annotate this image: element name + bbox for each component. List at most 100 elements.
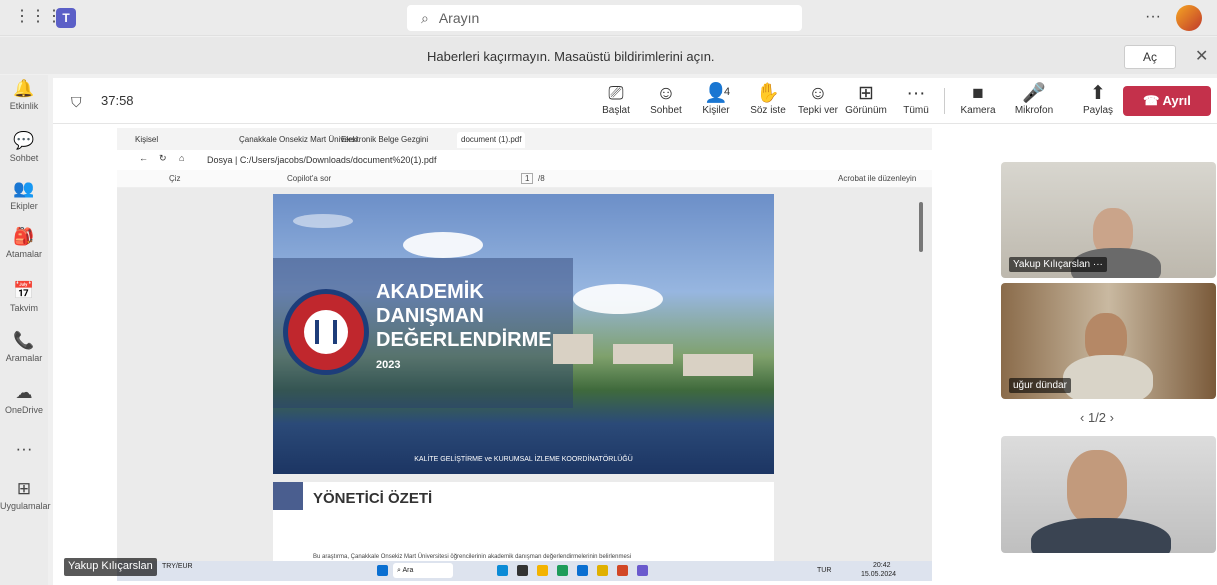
rail-item-more[interactable]: ··· xyxy=(0,439,48,461)
back-icon[interactable]: ← xyxy=(139,153,148,163)
leave-label: Ayrıl xyxy=(1162,93,1191,108)
chat-icon: ☺ xyxy=(656,83,676,104)
copilot-button[interactable]: Copilot'a sor xyxy=(287,174,331,183)
more-options-icon[interactable]: ··· xyxy=(1145,8,1161,26)
rail-item-label: Etkinlik xyxy=(9,101,39,111)
control-label: Mikrofon xyxy=(1014,105,1054,116)
share-button[interactable]: ⬆ Paylaş xyxy=(1073,82,1123,116)
participant-tile[interactable]: Yakup Kılıçarslan ··· xyxy=(1001,162,1216,278)
top-bar: ⋮⋮⋮ T ⌕ Arayın ··· xyxy=(0,0,1217,36)
tool-label: Tepki ver xyxy=(797,105,838,116)
url-text[interactable]: Dosya | C:/Users/jacobs/Downloads/docume… xyxy=(207,153,767,167)
building-shape xyxy=(683,354,753,376)
tool-raise-hand[interactable]: ✋ Söz iste xyxy=(745,82,791,116)
toolbar-divider xyxy=(944,88,945,114)
pdf-viewer[interactable]: AKADEMİK DANIŞMAN DEĞERLENDİRME 2023 KAL… xyxy=(117,188,932,581)
meeting-toolbar: ⛉ 37:58 ☎ Ayrıl ⎚ Başlat ☺ Sohbet 👤 4 Kişiler ✋… xyxy=(53,78,1217,124)
speaker-label: Yakup Kılıçarslan xyxy=(64,558,157,576)
participant-body xyxy=(1031,518,1171,553)
next-page-icon[interactable]: › xyxy=(1110,410,1114,425)
more-icon: ··· xyxy=(15,439,33,458)
calendar-icon: 📅 xyxy=(13,281,35,300)
app-icon xyxy=(497,565,508,576)
meeting-timer: 37:58 xyxy=(101,93,134,108)
rail-item-ekipler[interactable]: 👥 Ekipler xyxy=(0,179,48,211)
clock-date: 15.05.2024 xyxy=(861,571,897,578)
address-bar[interactable]: ← ↻ ⌂ Dosya | C:/Users/jacobs/Downloads/… xyxy=(117,150,932,170)
browser-tab-strip: Kişisel Çanakkale Onsekiz Mart Üniversi … xyxy=(117,128,932,150)
camera-button[interactable]: ■ Kamera xyxy=(953,82,1003,116)
page-number-input[interactable]: 1 xyxy=(521,173,534,184)
participant-tile[interactable]: uğur dündar xyxy=(1001,283,1216,399)
tool-label: Kişiler xyxy=(702,105,730,116)
rail-item-aramalar[interactable]: 📞 Aramalar xyxy=(0,331,48,363)
shield-icon: ⛉ xyxy=(71,94,82,110)
acrobat-edit-button[interactable]: Acrobat ile düzenleyin xyxy=(838,174,916,183)
leave-button[interactable]: ☎ Ayrıl xyxy=(1123,86,1211,116)
app-icon xyxy=(577,565,588,576)
enable-notifications-button[interactable]: Aç xyxy=(1124,45,1176,69)
home-icon[interactable]: ⌂ xyxy=(179,153,184,163)
rail-item-etkinlik[interactable]: 🔔 Etkinlik xyxy=(0,79,48,111)
app-icon xyxy=(617,565,628,576)
tool-chat[interactable]: ☺ Sohbet xyxy=(643,82,689,116)
chat-icon: 💬 xyxy=(13,131,35,150)
pdf-toolbar: Çiz Copilot'a sor 1 /8 Acrobat ile düzen… xyxy=(117,170,932,188)
rail-item-atamalar[interactable]: 🎒 Atamalar xyxy=(0,227,48,259)
participant-body xyxy=(1063,355,1153,399)
app-icon xyxy=(597,565,608,576)
section-accent-bar xyxy=(273,482,303,510)
shared-taskbar: TRY/EUR ⌕ Ara TUR 20:42 15.05.2024 xyxy=(117,561,932,581)
scrollbar-thumb[interactable] xyxy=(919,202,923,252)
search-input[interactable]: ⌕ Arayın xyxy=(407,5,802,31)
mic-button[interactable]: 🎤 Mikrofon xyxy=(1009,82,1059,116)
rail-item-label: Aramalar xyxy=(5,353,43,363)
present-icon: ⎚ xyxy=(608,83,624,104)
notification-message: Haberleri kaçırmayın. Masaüstü bildiriml… xyxy=(427,49,715,64)
refresh-icon[interactable]: ↻ xyxy=(159,153,167,164)
more-icon: ··· xyxy=(906,83,926,104)
profile-tab[interactable]: Kişisel xyxy=(131,132,162,148)
reaction-icon: ☺ xyxy=(808,83,828,104)
rail-item-sohbet[interactable]: 💬 Sohbet xyxy=(0,131,48,163)
section-title: YÖNETİCİ ÖZETİ xyxy=(313,490,433,507)
tool-people[interactable]: 👤 4 Kişiler xyxy=(693,82,739,116)
user-avatar[interactable] xyxy=(1176,5,1202,31)
browser-tab-active[interactable]: document (1).pdf xyxy=(457,132,526,148)
pager-label: 1/2 xyxy=(1087,410,1107,425)
control-label: Paylaş xyxy=(1082,105,1113,116)
draw-tool[interactable]: Çiz xyxy=(169,174,181,183)
rail-item-uygulamalar[interactable]: ⊞ Uygulamalar xyxy=(0,479,51,511)
rail-item-label: OneDrive xyxy=(4,405,43,415)
tool-more[interactable]: ··· Tümü xyxy=(893,82,939,116)
tool-present[interactable]: ⎚ Başlat xyxy=(593,82,639,116)
prev-page-icon[interactable]: ‹ xyxy=(1080,410,1084,425)
app-icon xyxy=(517,565,528,576)
participant-name: Yakup Kılıçarslan ··· xyxy=(1009,257,1107,272)
browser-tab[interactable]: Elektronik Belge Gezgini xyxy=(337,132,432,148)
participant-tile[interactable] xyxy=(1001,436,1216,553)
control-label: Kamera xyxy=(960,105,996,116)
seal-center xyxy=(304,310,348,354)
building-shape xyxy=(553,334,593,364)
participant-pager[interactable]: ‹ 1/2 › xyxy=(1080,410,1114,425)
close-banner-icon[interactable]: ✕ xyxy=(1195,46,1208,66)
camera-icon: ■ xyxy=(972,83,984,104)
tool-reaction[interactable]: ☺ Tepki ver xyxy=(795,82,841,116)
page-total: /8 xyxy=(538,174,545,183)
cloud-shape xyxy=(573,284,663,314)
edge-icon xyxy=(557,565,568,576)
rail-item-takvim[interactable]: 📅 Takvim xyxy=(0,281,48,313)
app-launcher-icon[interactable]: ⋮⋮⋮ xyxy=(14,9,62,25)
app-icon xyxy=(637,565,648,576)
participant-more-icon[interactable]: ··· xyxy=(1093,259,1103,270)
phone-icon: 📞 xyxy=(13,331,35,350)
search-icon: ⌕ xyxy=(421,10,429,26)
rail-item-onedrive[interactable]: ☁ OneDrive xyxy=(0,383,48,415)
rail-item-label: Sohbet xyxy=(9,153,39,163)
mic-icon: 🎤 xyxy=(1022,83,1046,104)
teams-logo-icon[interactable]: T xyxy=(56,8,76,28)
seal-column xyxy=(315,320,337,344)
tool-label: Tümü xyxy=(903,105,929,116)
tool-view[interactable]: ⊞ Görünüm xyxy=(843,82,889,116)
